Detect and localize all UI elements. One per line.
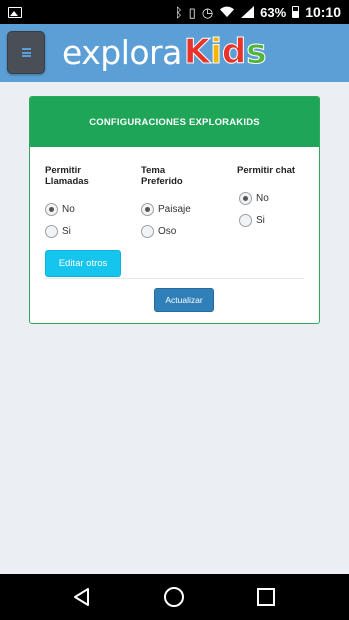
radio-button[interactable] — [45, 203, 58, 216]
wifi-icon — [220, 6, 235, 18]
radio-llamadas-no[interactable]: No — [45, 203, 75, 216]
logo-kids-letter: s — [246, 32, 267, 72]
column-permitir-chat: Permitir chat — [237, 165, 295, 176]
navigation-bar — [0, 574, 349, 620]
column-permitir-llamadas: Permitir Llamadas — [45, 165, 89, 187]
update-button[interactable]: Actualizar — [154, 288, 214, 312]
card-header: CONFIGURACIONES EXPLORAKIDS — [30, 97, 319, 147]
label-permitir-llamadas: Permitir Llamadas — [45, 165, 89, 187]
radio-tema-oso[interactable]: Oso — [141, 225, 176, 238]
logo-kids-letter: i — [210, 32, 223, 72]
edit-others-button[interactable]: Editar otros — [45, 250, 121, 277]
radio-chat-si[interactable]: Si — [239, 214, 265, 227]
logo-kids-letter: d — [221, 32, 247, 72]
divider — [45, 278, 304, 279]
settings-card: CONFIGURACIONES EXPLORAKIDS Permitir Lla… — [29, 96, 320, 324]
back-icon — [74, 588, 89, 606]
radio-button[interactable] — [239, 214, 252, 227]
signal-icon — [241, 6, 255, 18]
radio-chat-no[interactable]: No — [239, 192, 269, 205]
radio-button[interactable] — [239, 192, 252, 205]
vibrate-icon: ▯ — [188, 4, 196, 20]
card-title: CONFIGURACIONES EXPLORAKIDS — [89, 116, 260, 128]
menu-button[interactable] — [7, 31, 45, 74]
bluetooth-icon: ᛒ — [174, 4, 183, 20]
hamburger-icon — [21, 47, 31, 59]
battery-percent: 63% — [260, 4, 287, 20]
home-button[interactable] — [144, 574, 204, 620]
gallery-icon — [8, 6, 22, 18]
back-button[interactable] — [52, 574, 112, 620]
logo-kids: Kids — [183, 32, 267, 72]
label-tema-preferido: Tema Preferido — [141, 165, 183, 187]
column-tema-preferido: Tema Preferido — [141, 165, 183, 187]
recents-button[interactable] — [236, 574, 296, 620]
clock: 10:10 — [305, 4, 341, 20]
logo-kids-letter: K — [183, 32, 211, 72]
battery-icon — [292, 6, 300, 18]
radio-tema-paisaje[interactable]: Paisaje — [141, 203, 191, 216]
app-bar: explora Kids — [0, 24, 349, 82]
explorakids-logo: explora Kids — [62, 29, 267, 75]
logo-explora: explora — [62, 32, 182, 72]
radio-button[interactable] — [141, 225, 154, 238]
label-permitir-chat: Permitir chat — [237, 165, 296, 176]
home-icon — [164, 587, 184, 607]
recents-icon — [257, 588, 275, 606]
status-bar: ᛒ ▯ ◷ 63% 10:10 — [0, 0, 349, 24]
alarm-icon: ◷ — [201, 4, 214, 20]
radio-llamadas-si[interactable]: Si — [45, 225, 71, 238]
radio-button[interactable] — [45, 225, 58, 238]
radio-button[interactable] — [141, 203, 154, 216]
